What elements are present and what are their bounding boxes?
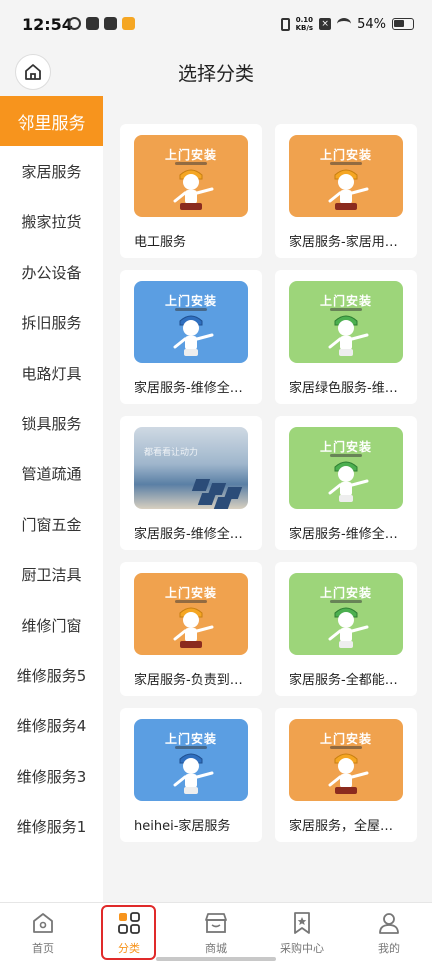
status-right: 0.10 KB/s × 54% — [280, 16, 414, 32]
service-card[interactable]: 上门安装 电工服务 — [120, 124, 262, 258]
service-name: 家居服务-维修全… — [134, 527, 243, 542]
sidebar-item-window-repair[interactable]: 维修门窗 — [0, 600, 103, 650]
service-card[interactable]: 上门安装 家居绿色服务-维… — [275, 270, 417, 404]
service-card[interactable]: 上门安装 家居服务-全都能… — [275, 562, 417, 696]
service-thumbnail: 上门安装 — [289, 281, 403, 363]
page-title: 选择分类 — [177, 63, 254, 85]
tab-purchase-center[interactable]: 采购中心 — [259, 903, 345, 964]
sidebar-item-locks[interactable]: 锁具服务 — [0, 398, 103, 448]
selection-highlight — [101, 905, 156, 960]
service-name: heihei-家居服务 — [134, 819, 231, 834]
sidebar-item-home-service[interactable]: 家居服务 — [0, 146, 103, 196]
store-icon — [203, 910, 229, 936]
service-thumbnail: 上门安装 — [289, 573, 403, 655]
worker-illustration — [328, 169, 369, 210]
sidebar-item-hardware[interactable]: 门窗五金 — [0, 499, 103, 549]
service-name: 家居服务-全都能… — [289, 673, 398, 688]
sidebar-item-repair-5[interactable]: 维修服务5 — [0, 650, 103, 700]
tab-store[interactable]: 商城 — [173, 903, 259, 964]
service-card[interactable]: 上门安装 家居服务，全屋… — [275, 708, 417, 842]
service-thumbnail: 上门安装 — [289, 427, 403, 509]
speed-unit: KB/s — [295, 24, 314, 32]
service-name: 家居服务-负责到… — [134, 673, 243, 688]
page-header: 选择分类 — [0, 50, 432, 96]
sidebar-item-electrical[interactable]: 电路灯具 — [0, 348, 103, 398]
sidebar-item-neighborhood[interactable]: 邻里服务 — [0, 96, 103, 147]
home-indicator — [156, 957, 276, 961]
battery-icon — [392, 18, 414, 30]
sidebar-item-demolition[interactable]: 拆旧服务 — [0, 298, 103, 348]
home-icon — [30, 910, 56, 936]
service-thumbnail: 上门安装 — [289, 135, 403, 217]
service-name: 电工服务 — [134, 235, 187, 250]
service-thumbnail: 上门安装 — [134, 135, 248, 217]
service-card[interactable]: 上门安装 家居服务-维修全… — [275, 416, 417, 550]
service-name: 家居服务-维修全… — [289, 527, 398, 542]
sidebar-item-office[interactable]: 办公设备 — [0, 247, 103, 297]
service-card[interactable]: 都看看让动力 家居服务-维修全… — [120, 416, 262, 550]
service-card[interactable]: 上门安装 家居服务-维修全… — [120, 270, 262, 404]
sync-icon — [68, 17, 81, 30]
worker-illustration — [173, 607, 214, 648]
tab-label: 商城 — [205, 942, 227, 955]
service-name: 家居服务-家居用… — [289, 235, 398, 250]
worker-illustration — [328, 753, 369, 794]
tab-label: 我的 — [378, 942, 400, 955]
worker-illustration — [328, 461, 369, 502]
status-time: 12:54 — [22, 15, 73, 34]
service-name: 家居绿色服务-维… — [289, 381, 398, 396]
service-thumbnail: 上门安装 — [289, 719, 403, 801]
no-sim-icon: × — [319, 18, 332, 30]
bookmark-icon — [289, 910, 315, 936]
mail-icon — [86, 17, 99, 30]
solar-panel — [213, 497, 233, 509]
service-thumbnail: 上门安装 — [134, 719, 248, 801]
service-thumbnail: 上门安装 — [134, 573, 248, 655]
sidebar-item-pipes[interactable]: 管道疏通 — [0, 449, 103, 499]
speed-value: 0.10 — [295, 16, 313, 24]
play-icon — [104, 17, 117, 30]
tab-label: 采购中心 — [280, 942, 324, 955]
worker-illustration — [328, 607, 369, 648]
worker-illustration — [173, 753, 214, 794]
tab-label: 首页 — [32, 942, 54, 955]
notification-icons — [68, 17, 135, 30]
network-speed: 0.10 KB/s — [296, 16, 313, 32]
solar-panel — [191, 479, 211, 491]
service-name: 家居服务，全屋… — [289, 819, 394, 834]
tab-home[interactable]: 首页 — [0, 903, 86, 964]
worker-illustration — [173, 315, 214, 356]
service-name: 家居服务-维修全… — [134, 381, 243, 396]
vibrate-icon — [280, 17, 290, 31]
photo-caption: 都看看让动力 — [144, 448, 199, 458]
sidebar-item-repair-3[interactable]: 维修服务3 — [0, 751, 103, 801]
tab-profile[interactable]: 我的 — [346, 903, 432, 964]
worker-illustration — [173, 169, 214, 210]
service-thumbnail: 上门安装 — [134, 281, 248, 363]
sidebar-item-repair-1[interactable]: 维修服务1 — [0, 801, 103, 851]
service-card[interactable]: 上门安装 家居服务-家居用… — [275, 124, 417, 258]
worker-illustration — [328, 315, 369, 356]
video-icon — [122, 17, 135, 30]
user-icon — [376, 910, 402, 936]
solar-panel — [197, 493, 217, 505]
service-card[interactable]: 上门安装 heihei-家居服务 — [120, 708, 262, 842]
sidebar-item-moving[interactable]: 搬家拉货 — [0, 197, 103, 247]
status-bar: 12:54 0.10 KB/s × 54% — [0, 0, 432, 50]
sidebar-item-repair-4[interactable]: 维修服务4 — [0, 701, 103, 751]
service-card[interactable]: 上门安装 家居服务-负责到… — [120, 562, 262, 696]
battery-level: 54% — [357, 16, 386, 32]
sidebar-item-kitchen-bath[interactable]: 厨卫洁具 — [0, 550, 103, 600]
bottom-tab-bar: 首页 分类 商城 采购中心 我的 — [0, 902, 432, 964]
category-sidebar: 邻里服务 家居服务 搬家拉货 办公设备 拆旧服务 电路灯具 锁具服务 管道疏通 … — [0, 96, 103, 902]
wifi-icon — [337, 18, 352, 30]
solar-photo-thumbnail: 都看看让动力 — [134, 427, 248, 509]
